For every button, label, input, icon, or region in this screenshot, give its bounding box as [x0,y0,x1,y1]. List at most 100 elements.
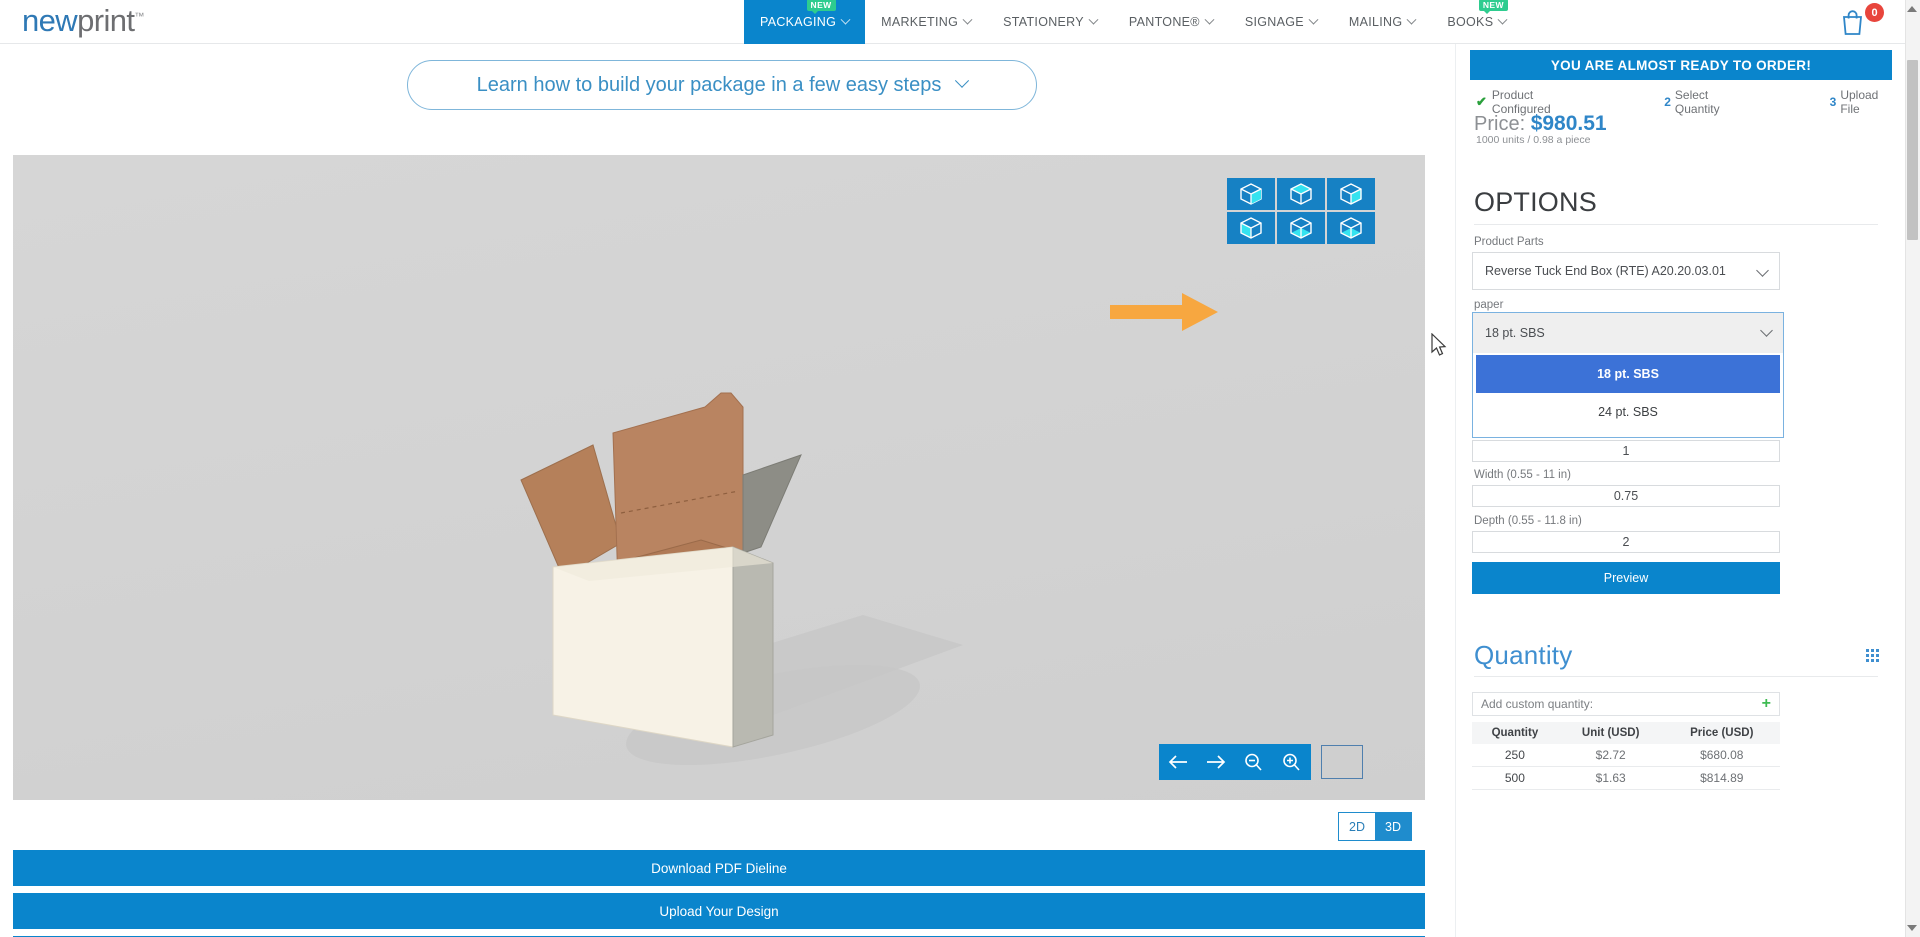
nav-item-mailing[interactable]: MAILING [1333,0,1432,44]
nav-item-packaging[interactable]: NEW PACKAGING [744,0,866,44]
width-input[interactable]: 0.75 [1472,485,1780,507]
cart-count-badge: 0 [1865,3,1884,22]
scroll-up-arrow-icon[interactable] [1907,6,1917,12]
scroll-down-arrow-icon[interactable] [1907,925,1917,931]
nav-item-pantone[interactable]: PANTONE® [1113,0,1229,44]
custom-quantity-input[interactable]: Add custom quantity: + [1472,692,1780,716]
product-preview-column: Learn how to build your package in a few… [0,44,1455,937]
table-header-row: Quantity Unit (USD) Price (USD) [1472,722,1780,744]
zoom-in-icon[interactable] [1273,744,1311,780]
chevron-down-icon [1497,14,1508,25]
paper-dropdown[interactable]: 18 pt. SBS 18 pt. SBS 24 pt. SBS [1472,312,1784,438]
cell-quantity: 500 [1472,766,1558,790]
cube-view-back-icon[interactable] [1327,212,1375,244]
price-value: $980.51 [1530,112,1607,135]
nav-item-signage[interactable]: SIGNAGE [1229,0,1333,44]
cube-view-right-icon[interactable] [1327,178,1375,210]
chevron-down-icon [1204,14,1215,25]
nav-item-marketing[interactable]: MARKETING [865,0,987,44]
step-number-2: 2 [1664,95,1671,109]
preview-button[interactable]: Preview [1472,562,1780,594]
chevron-down-icon [1760,324,1773,337]
new-badge-books: NEW [1478,0,1508,13]
nav-label-books: BOOKS [1447,15,1494,29]
step-select-quantity[interactable]: 2 Select Quantity [1664,88,1744,116]
main-menu: NEW PACKAGING MARKETING STATIONERY PANTO… [744,0,1522,44]
col-unit: Unit (USD) [1557,722,1664,744]
view-angle-buttons [1227,178,1375,244]
logo-text-new: new [22,3,78,38]
chevron-down-icon [1406,14,1417,25]
check-icon: ✔ [1476,94,1487,109]
download-pdf-dieline-button[interactable]: Download PDF Dieline [13,850,1425,886]
chevron-down-icon [1756,264,1769,277]
nav-label-packaging: PACKAGING [760,15,837,29]
configuration-panel: YOU ARE ALMOST READY TO ORDER! ✔ Product… [1455,44,1905,937]
step-upload-file[interactable]: 3 Upload File [1830,88,1892,116]
cell-price: $680.08 [1663,744,1780,767]
step-number-3: 3 [1829,95,1837,109]
learn-how-to-build-button[interactable]: Learn how to build your package in a few… [407,60,1037,110]
quantity-price-table: Quantity Unit (USD) Price (USD) 250 $2.7… [1472,722,1780,790]
grid-view-icon[interactable] [1866,649,1879,662]
cell-unit: $1.63 [1557,766,1664,790]
options-heading: OPTIONS [1474,187,1597,217]
logo-trademark: ™ [134,11,144,23]
paper-option-18pt[interactable]: 18 pt. SBS [1476,355,1780,393]
rotate-right-arrow-icon[interactable] [1197,744,1235,780]
tab-3d[interactable]: 3D [1375,813,1411,840]
page-scrollbar[interactable] [1905,0,1920,937]
tab-2d[interactable]: 2D [1339,813,1375,840]
viewer-toolbar [1159,744,1363,780]
chevron-down-icon [1088,14,1099,25]
paper-dropdown-trigger[interactable]: 18 pt. SBS [1473,313,1783,353]
add-quantity-plus-icon[interactable]: + [1762,696,1771,712]
scrollbar-thumb[interactable] [1907,60,1918,240]
price-label: Price: [1474,113,1526,135]
chevron-down-icon [962,14,973,25]
cube-view-top-icon[interactable] [1277,178,1325,210]
nav-label-pantone: PANTONE® [1128,15,1200,29]
three-d-viewer[interactable] [13,155,1425,800]
fullscreen-box-icon[interactable] [1321,745,1363,779]
new-badge-packaging: NEW [806,0,836,13]
paper-option-24pt[interactable]: 24 pt. SBS [1476,393,1780,431]
upload-your-design-button[interactable]: Upload Your Design [13,893,1425,929]
chevron-down-icon [955,73,970,88]
nav-label-marketing: MARKETING [881,15,959,29]
product-parts-select[interactable]: Reverse Tuck End Box (RTE) A20.20.03.01 [1472,252,1780,290]
table-row[interactable]: 500 $1.63 $814.89 [1472,766,1780,790]
cube-view-left-icon[interactable] [1227,212,1275,244]
paper-option-list: 18 pt. SBS 24 pt. SBS [1473,353,1783,437]
height-input[interactable]: 1 [1472,440,1780,462]
chevron-down-icon [840,14,851,25]
step-label-2: Select Quantity [1674,88,1720,116]
custom-quantity-placeholder: Add custom quantity: [1481,697,1594,711]
product-parts-value: Reverse Tuck End Box (RTE) A20.20.03.01 [1485,264,1726,278]
nav-item-stationery[interactable]: STATIONERY [987,0,1113,44]
cube-view-bottom-icon[interactable] [1277,212,1325,244]
depth-input[interactable]: 2 [1472,531,1780,553]
nav-item-books[interactable]: NEW BOOKS [1431,0,1522,44]
product-parts-label: Product Parts [1474,236,1544,248]
chevron-down-icon [1308,14,1319,25]
viewer-tool-group [1159,744,1311,780]
brand-logo[interactable]: newprint™ [22,3,144,39]
col-price: Price (USD) [1663,722,1780,744]
nav-label-signage: SIGNAGE [1244,15,1304,29]
cube-view-front-icon[interactable] [1227,178,1275,210]
cell-unit: $2.72 [1557,744,1664,767]
quantity-divider [1474,676,1878,677]
top-navigation-bar: newprint™ NEW PACKAGING MARKETING STATIO… [0,0,1920,44]
logo-text-print: print [77,3,135,38]
nav-label-mailing: MAILING [1348,15,1403,29]
quantity-heading: Quantity [1474,640,1573,670]
paper-selected-value: 18 pt. SBS [1485,326,1545,340]
cell-price: $814.89 [1663,766,1780,790]
zoom-out-icon[interactable] [1235,744,1273,780]
price-subtext: 1000 units / 0.98 a piece [1476,134,1591,146]
annotation-arrow-icon [1110,293,1218,331]
rotate-left-arrow-icon[interactable] [1159,744,1197,780]
table-row[interactable]: 250 $2.72 $680.08 [1472,744,1780,767]
dimension-toggle: 2D 3D [1338,812,1412,841]
